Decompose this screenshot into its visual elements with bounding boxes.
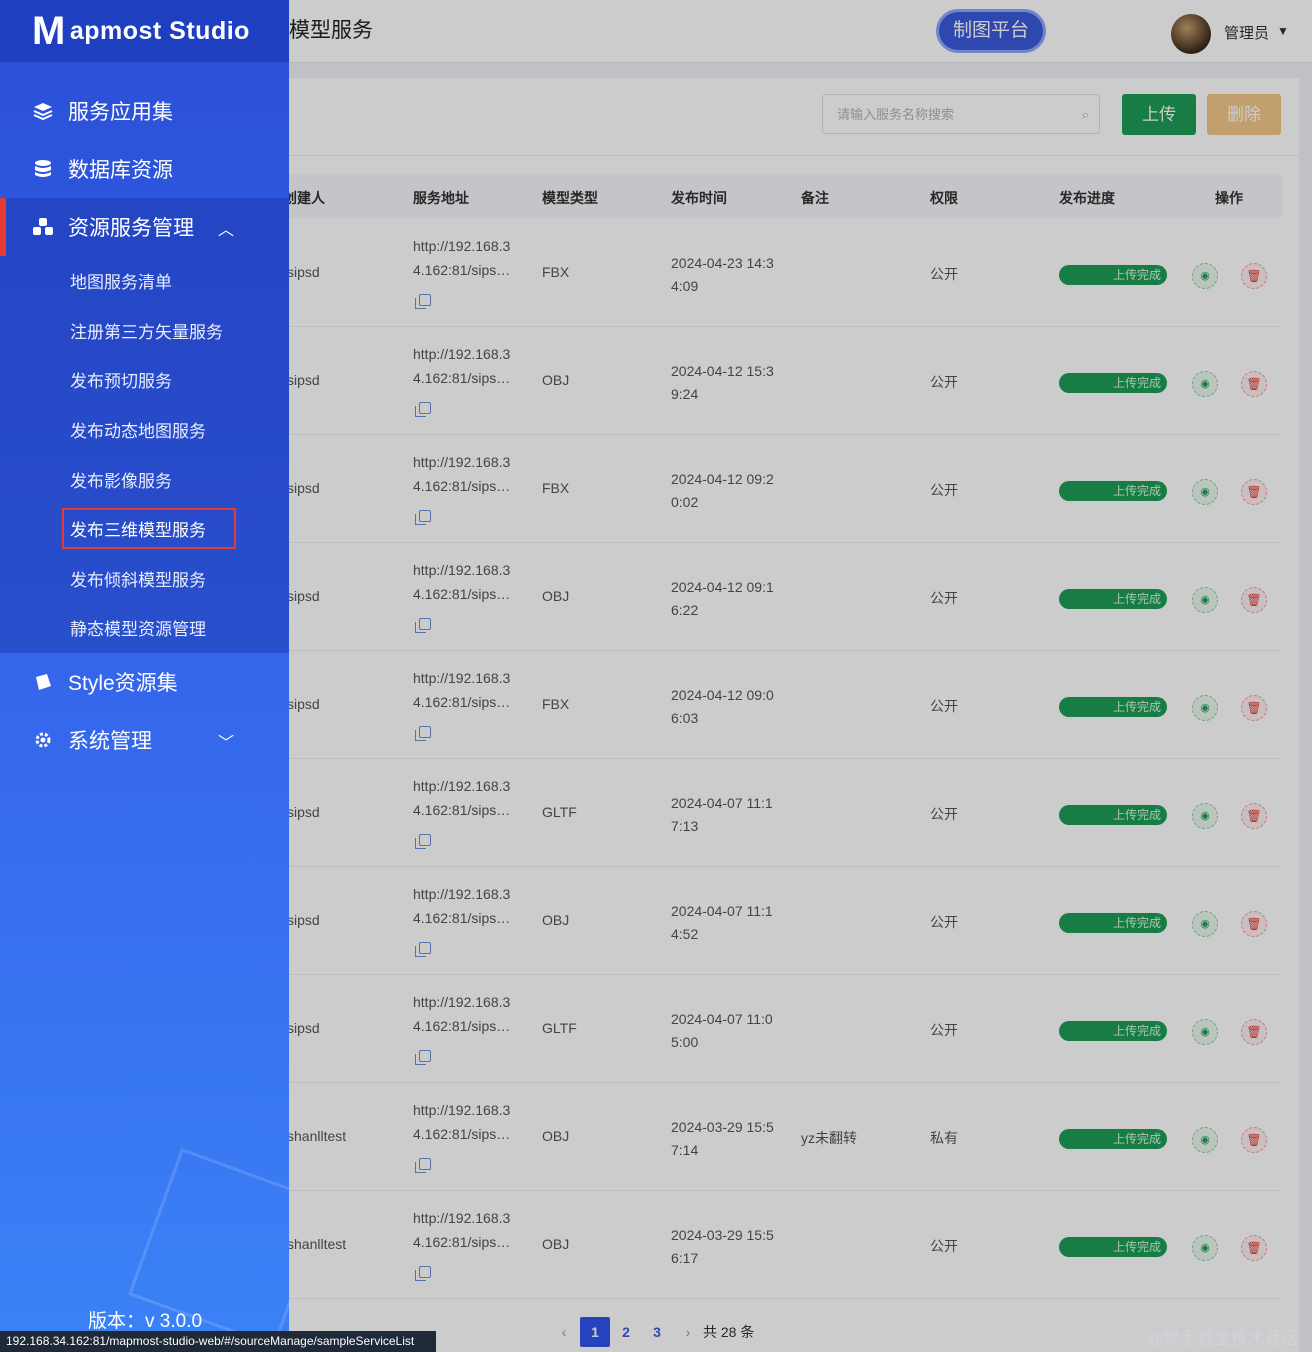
submenu-item-static-models[interactable]: 静态模型资源管理 [0,603,289,653]
sidebar-item-database[interactable]: 数据库资源 [0,140,289,198]
link-status-bar: 192.168.34.162:81/mapmost-studio-web/#/s… [0,1331,436,1352]
sidebar: M apmost Studio 服务应用集 数据库资源 资源服务管理 ︿ 地图服… [0,0,289,1352]
sidebar-menu-lower: Style资源集 系统管理 ﹀ [0,653,289,769]
corner-watermark: @稀土掘金技术社区 [1146,1329,1300,1348]
sidebar-item-label: 资源服务管理 [68,217,194,240]
submenu-item-map-service-list[interactable]: 地图服务清单 [0,256,289,306]
submenu-item-publish-tiles[interactable]: 发布预切服务 [0,355,289,405]
sidebar-item-label: 服务应用集 [68,101,173,124]
modal-overlay[interactable] [289,0,1312,1352]
submenu-item-label: 注册第三方矢量服务 [70,322,223,342]
app-logo[interactable]: M apmost Studio [0,0,289,62]
cubes-icon [32,216,54,238]
gear-icon [32,729,54,751]
submenu-item-label: 发布倾斜模型服务 [70,570,206,590]
submenu-item-publish-dynamic[interactable]: 发布动态地图服务 [0,405,289,455]
version-label: 版本：v 3.0.0 [88,1311,203,1332]
sidebar-item-label: Style资源集 [68,671,178,695]
database-icon [32,158,54,180]
submenu-item-publish-oblique[interactable]: 发布倾斜模型服务 [0,554,289,604]
chevron-up-icon: ︿ [218,222,235,239]
submenu-item-label: 发布影像服务 [70,471,172,491]
sidebar-item-label: 系统管理 [68,729,152,753]
submenu-item-register-vector[interactable]: 注册第三方矢量服务 [0,306,289,356]
sidebar-item-system[interactable]: 系统管理 ﹀ [0,711,289,769]
submenu-item-label: 发布三维模型服务 [62,508,236,550]
layers-icon [32,100,54,122]
chevron-down-icon: ﹀ [218,734,235,752]
submenu-item-publish-imagery[interactable]: 发布影像服务 [0,454,289,504]
submenu-item-label: 静态模型资源管理 [70,620,206,640]
sidebar-menu: 服务应用集 数据库资源 资源服务管理 ︿ [0,62,289,256]
logo-mark: M [32,9,66,53]
style-icon [32,671,54,693]
submenu-item-label: 发布动态地图服务 [70,422,206,442]
sidebar-item-service-apps[interactable]: 服务应用集 [0,82,289,140]
sidebar-item-label: 数据库资源 [68,159,173,182]
logo-text: apmost Studio [69,16,250,45]
submenu-item-label: 地图服务清单 [70,273,172,293]
submenu-item-publish-3d-model[interactable]: 发布三维模型服务 [0,504,289,554]
sidebar-item-style[interactable]: Style资源集 [0,653,289,711]
submenu-resource-service: 地图服务清单 注册第三方矢量服务 发布预切服务 发布动态地图服务 发布影像服务 … [0,256,289,653]
submenu-item-label: 发布预切服务 [70,372,172,392]
sidebar-item-resource-service[interactable]: 资源服务管理 ︿ [0,198,289,256]
